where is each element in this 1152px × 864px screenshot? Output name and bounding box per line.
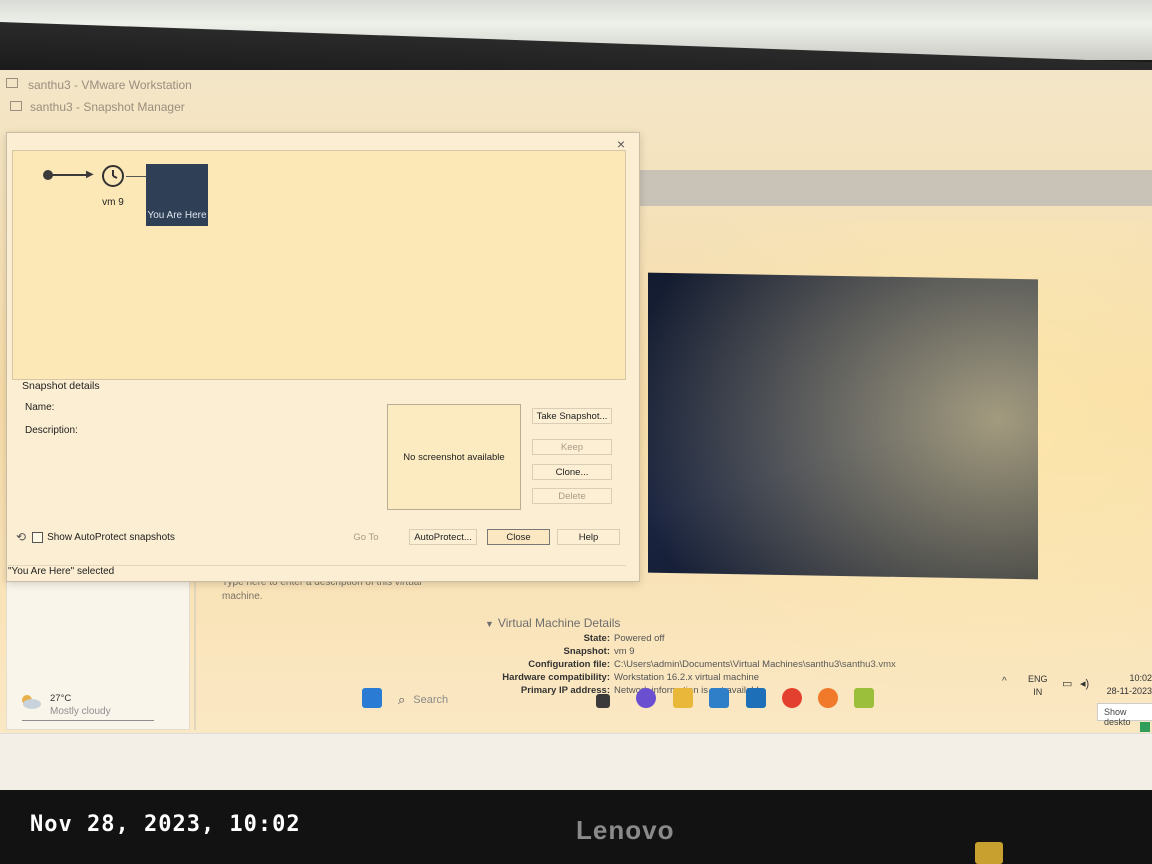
arrow-icon: ▶ xyxy=(86,169,94,180)
photo-timestamp: Nov 28, 2023, 10:02 xyxy=(30,812,301,837)
clone-button[interactable]: Clone... xyxy=(532,464,612,480)
vmware-tab-bar xyxy=(640,170,1152,206)
description-label: Description: xyxy=(25,425,78,436)
snapshot-manager-icon xyxy=(10,101,22,111)
lang-line2: IN xyxy=(1033,687,1043,697)
monitor-brand-logo: Lenovo xyxy=(576,815,675,845)
detail-row-snapshot: Snapshot: vm 9 xyxy=(430,646,990,657)
detail-row-config-file: Configuration file: C:\Users\admin\Docume… xyxy=(430,659,990,670)
file-explorer-icon[interactable] xyxy=(673,688,693,708)
windows-start-icon[interactable] xyxy=(362,688,382,708)
detail-value: Powered off xyxy=(614,633,665,644)
detail-value: Workstation 16.2.x virtual machine xyxy=(614,672,760,683)
detail-value: vm 9 xyxy=(614,646,635,657)
vmware-app-icon xyxy=(6,78,18,88)
snapshot-node-label[interactable]: vm 9 xyxy=(101,197,125,208)
screenshot-placeholder: No screenshot available xyxy=(403,451,505,463)
search-icon: ⌕ xyxy=(398,692,406,707)
weather-description[interactable]: Mostly cloudy xyxy=(50,706,111,717)
screenshot-preview: No screenshot available xyxy=(387,404,521,510)
detail-key: Configuration file: xyxy=(528,659,610,670)
you-are-here-node[interactable]: You Are Here xyxy=(146,164,208,226)
clock-time: 10:02 xyxy=(1129,673,1152,683)
keep-button[interactable]: Keep xyxy=(532,439,612,455)
weather-cloud-icon[interactable] xyxy=(18,692,42,710)
status-bar: "You Are Here" selected xyxy=(6,565,626,581)
history-icon: ⟲ xyxy=(16,530,27,544)
tree-connector xyxy=(126,176,146,177)
detail-row-hardware: Hardware compatibility: Workstation 16.2.… xyxy=(430,672,990,683)
lang-line1: ENG xyxy=(1028,674,1048,684)
autoprotect-toggle[interactable]: ⟲ Show AutoProtect snapshots xyxy=(16,530,175,544)
volume-icon[interactable]: ◂) xyxy=(1080,677,1089,690)
firefox-icon[interactable] xyxy=(818,688,838,708)
screen: santhu3 - VMware Workstation santhu3 - S… xyxy=(0,70,1152,790)
show-desktop-button[interactable] xyxy=(1140,722,1150,732)
detail-key: State: xyxy=(583,633,610,644)
chat-icon[interactable] xyxy=(636,688,656,708)
language-indicator[interactable]: ENG IN xyxy=(1028,673,1048,699)
chrome-icon[interactable] xyxy=(782,688,802,708)
desk-object xyxy=(975,842,1003,864)
weather-temperature[interactable]: 27°C xyxy=(50,693,71,704)
network-icon[interactable]: ▭ xyxy=(1062,677,1072,690)
tray-overflow-chevron-icon[interactable]: ^ xyxy=(1002,676,1007,687)
autoprotect-button[interactable]: AutoProtect... xyxy=(409,529,477,545)
search-placeholder: Search xyxy=(413,694,449,706)
detail-value: C:\Users\admin\Documents\Virtual Machine… xyxy=(614,659,896,670)
taskbar xyxy=(0,733,1152,790)
name-label: Name: xyxy=(25,402,55,413)
go-to-button[interactable]: Go To xyxy=(336,529,396,545)
dialog-title: santhu3 - Snapshot Manager xyxy=(30,100,185,114)
clock-icon[interactable] xyxy=(101,164,125,188)
vm-details-header[interactable]: ▼ Virtual Machine Details xyxy=(485,616,620,630)
autoprotect-label: Show AutoProtect snapshots xyxy=(47,531,175,543)
taskbar-search[interactable]: ⌕ Search xyxy=(398,689,578,711)
delete-button[interactable]: Delete xyxy=(532,488,612,504)
mail-icon[interactable] xyxy=(746,688,766,708)
detail-row-state: State: Powered off xyxy=(430,633,990,644)
detail-key: Hardware compatibility: xyxy=(502,672,610,683)
pane-separator[interactable] xyxy=(194,578,196,730)
tree-connector xyxy=(52,174,90,176)
vm-screen-preview[interactable] xyxy=(648,272,1038,580)
task-view-icon[interactable] xyxy=(596,694,610,708)
help-button[interactable]: Help xyxy=(557,529,620,545)
collapse-triangle-icon: ▼ xyxy=(485,619,494,629)
clock-date: 28-11-2023 xyxy=(1106,686,1152,696)
take-snapshot-button[interactable]: Take Snapshot... xyxy=(532,408,612,424)
show-desktop-tooltip: Show deskto xyxy=(1097,703,1152,727)
clock[interactable]: 10:02 28-11-2023 xyxy=(1104,672,1152,698)
store-icon[interactable] xyxy=(709,688,729,708)
detail-key: Snapshot: xyxy=(563,646,610,657)
vmware-taskbar-icon[interactable] xyxy=(854,688,874,708)
main-window-title: santhu3 - VMware Workstation xyxy=(28,78,192,92)
library-divider xyxy=(22,720,154,721)
vm-details-title: Virtual Machine Details xyxy=(497,616,621,630)
snapshot-details-title: Snapshot details xyxy=(22,380,100,392)
close-button[interactable]: Close xyxy=(487,529,550,545)
autoprotect-checkbox[interactable] xyxy=(32,531,44,543)
